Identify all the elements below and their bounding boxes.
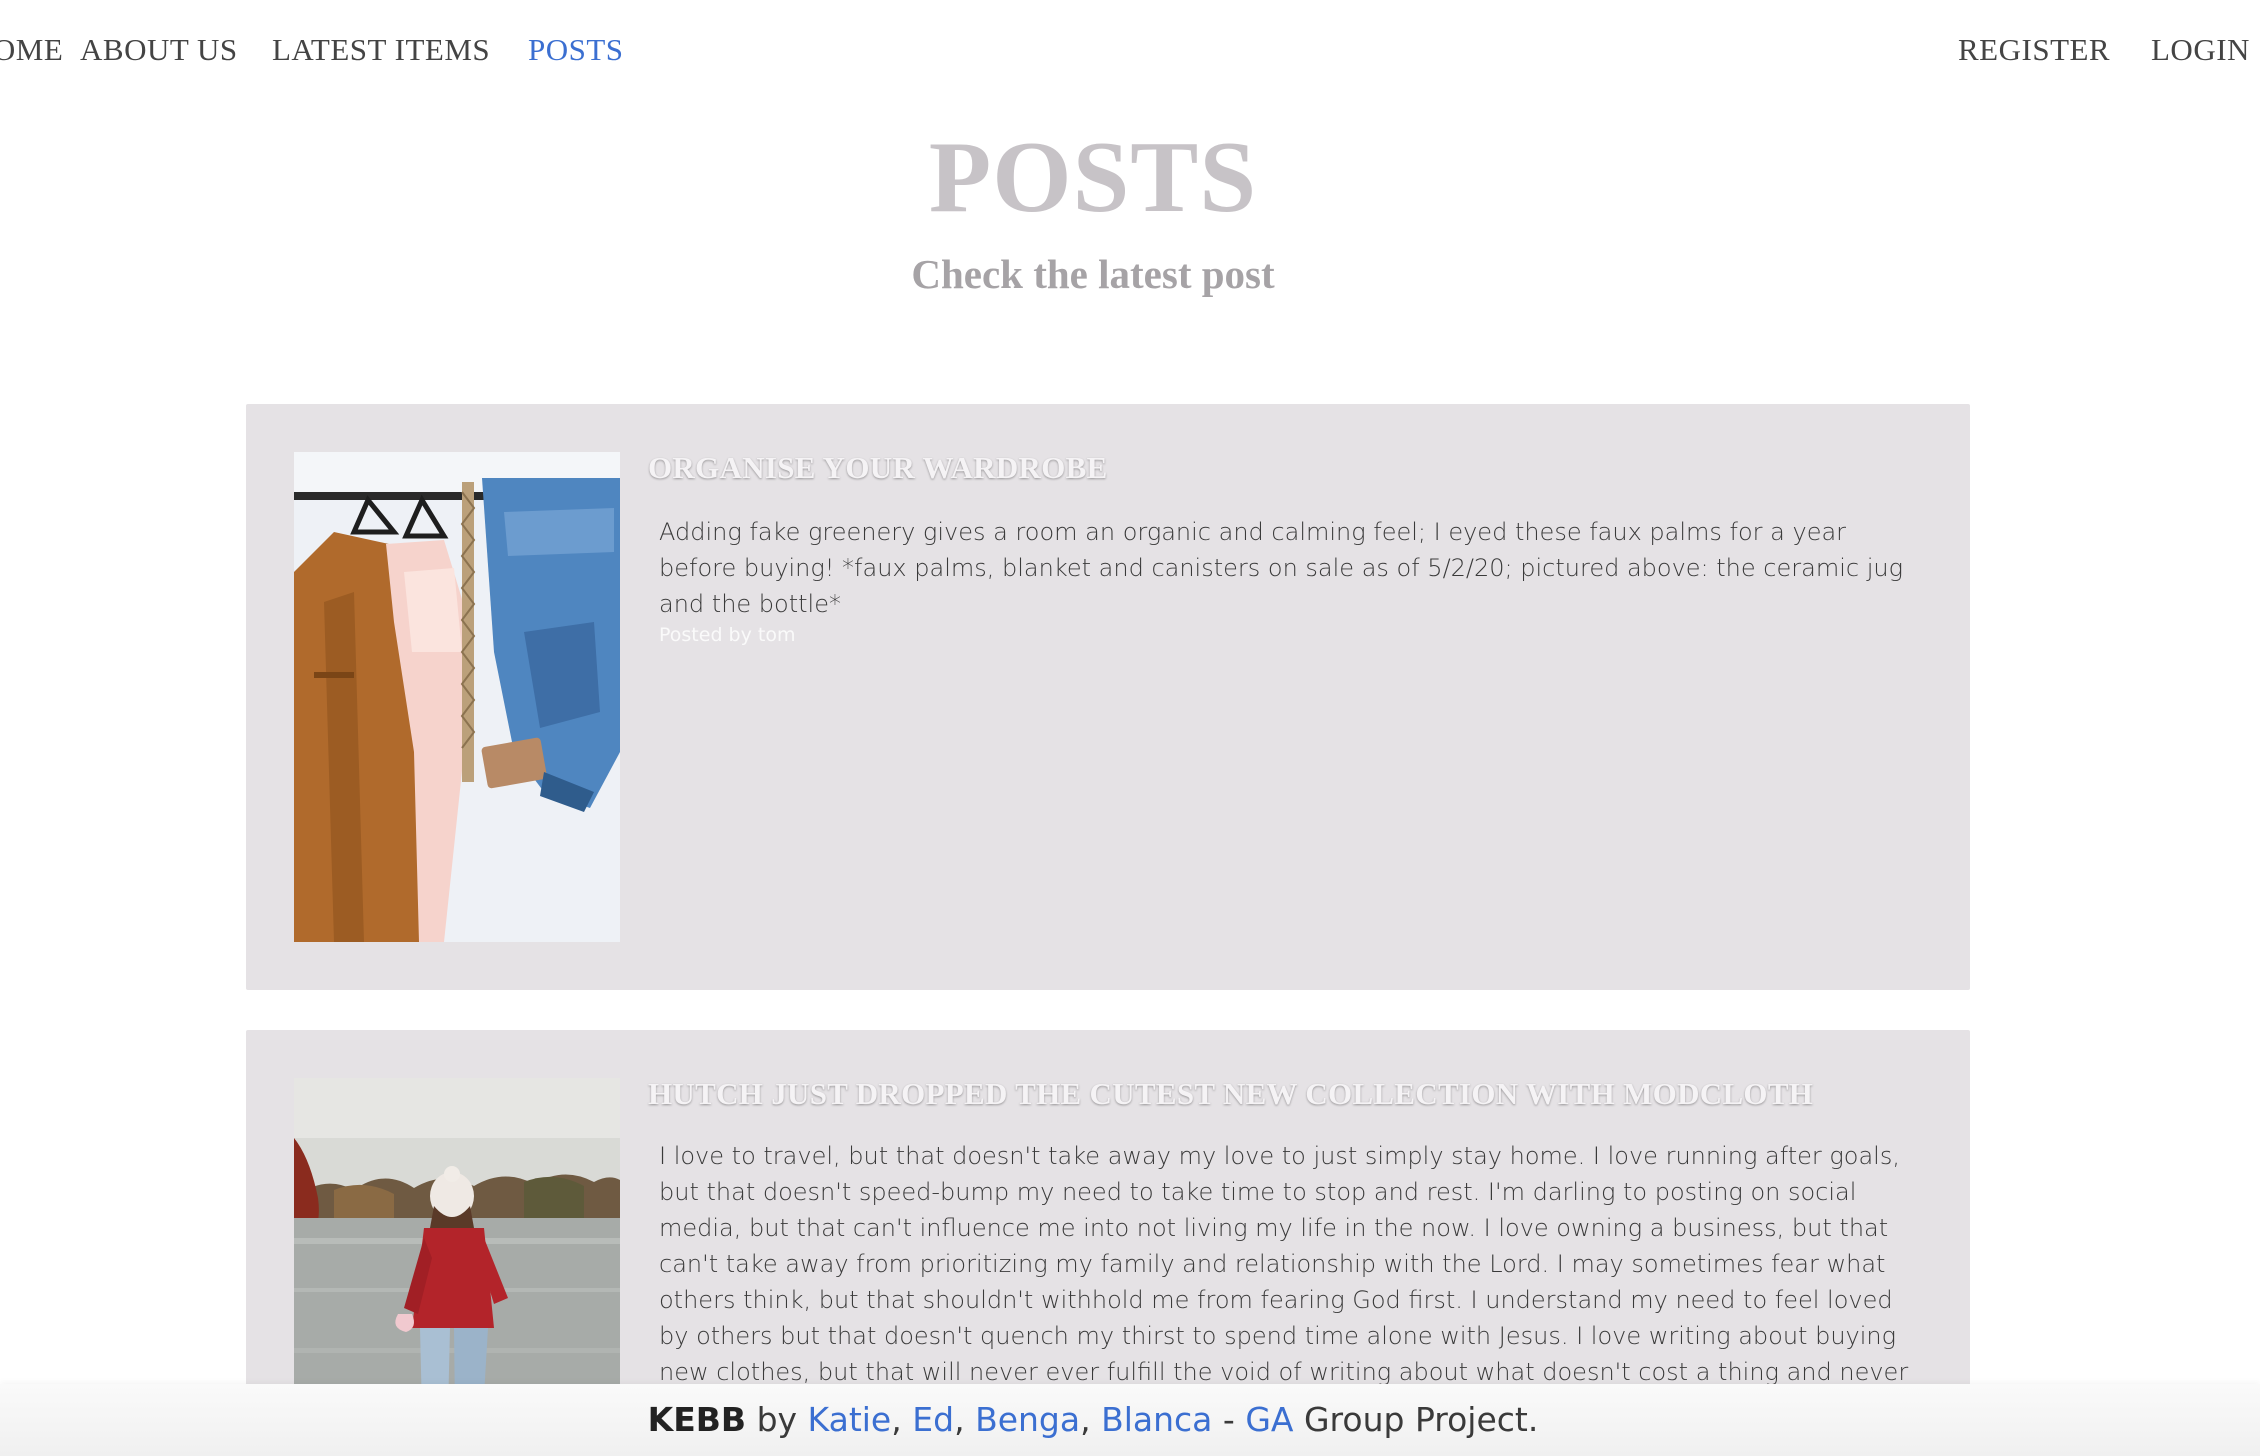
post-card[interactable]: ORGANISE YOUR WARDROBE Adding fake green… — [246, 404, 1970, 990]
page-subtitle: Check the latest post — [911, 251, 1275, 297]
nav-login[interactable]: LOGIN — [2151, 28, 2250, 72]
clothes-rack-photo — [294, 452, 620, 942]
post-title[interactable]: ORGANISE YOUR WARDROBE — [648, 446, 1930, 490]
footer-author-katie[interactable]: Katie — [808, 1400, 892, 1439]
post-body: I love to travel, but that doesn't take … — [659, 1142, 1909, 1422]
footer-comma: , — [954, 1400, 965, 1439]
nav-latest-items[interactable]: LATEST ITEMS — [272, 28, 490, 72]
footer: KEBB by Katie, Ed, Benga, Blanca - GA Gr… — [0, 1384, 2260, 1456]
post-image-clothes-rack[interactable] — [294, 452, 620, 942]
post-author: Posted by tom — [659, 624, 796, 646]
nav-posts[interactable]: POSTS — [528, 28, 624, 72]
footer-comma: , — [891, 1400, 902, 1439]
footer-org-link[interactable]: GA — [1245, 1400, 1293, 1439]
footer-suffix: Group Project. — [1303, 1400, 1539, 1439]
footer-brand: KEBB — [647, 1400, 747, 1439]
post-title[interactable]: HUTCH JUST DROPPED THE CUTEST NEW COLLEC… — [648, 1072, 1930, 1116]
footer-author-blanca[interactable]: Blanca — [1101, 1400, 1212, 1439]
page: HOME ABOUT US LATEST ITEMS POSTS REGISTE… — [0, 0, 2260, 1456]
footer-credits: KEBB by Katie, Ed, Benga, Blanca - GA Gr… — [0, 1398, 2186, 1442]
nav-home[interactable]: HOME — [0, 28, 63, 72]
footer-author-benga[interactable]: Benga — [975, 1400, 1080, 1439]
footer-by: by — [756, 1400, 798, 1439]
footer-dash: - — [1222, 1400, 1235, 1439]
post-body: Adding fake greenery gives a room an org… — [659, 518, 1903, 618]
footer-author-ed[interactable]: Ed — [912, 1400, 954, 1439]
nav-register[interactable]: REGISTER — [1958, 28, 2110, 72]
page-title: POSTS — [928, 121, 1258, 234]
nav-about-us[interactable]: ABOUT US — [80, 28, 238, 72]
footer-comma: , — [1080, 1400, 1091, 1439]
